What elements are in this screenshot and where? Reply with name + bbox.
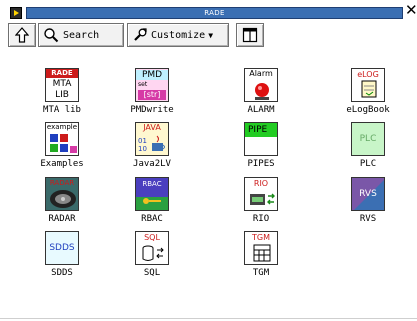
app-pmdwrite[interactable]: PMD set [str] PMDwrite	[109, 68, 195, 122]
window-bottom-border	[0, 318, 417, 319]
app-rvs[interactable]: RVS RVS	[325, 177, 411, 231]
app-label: PMDwrite	[130, 105, 174, 115]
app-label: PLC	[359, 159, 377, 169]
calendar-icon	[253, 244, 271, 262]
pipes-icon: PIPE	[244, 122, 278, 156]
blocks-icon	[50, 134, 77, 153]
close-icon[interactable]: ✕	[405, 3, 417, 18]
search-button[interactable]: Search	[38, 23, 124, 47]
rbac-icon: RBAC	[135, 177, 169, 211]
app-label: SDDS	[51, 268, 73, 278]
app-radar[interactable]: RADAR RADAR	[19, 177, 105, 231]
app-label: ALARM	[247, 105, 275, 115]
tgm-icon: TGM	[244, 231, 278, 265]
examples-icon: example	[45, 122, 79, 156]
coffee-cup-icon	[152, 135, 165, 151]
app-label: MTA lib	[43, 105, 81, 115]
mta-lib-icon: RADE MTA LIB	[45, 68, 79, 102]
wrench-icon	[134, 28, 147, 41]
chevron-down-icon: ▼	[208, 30, 214, 40]
app-sdds[interactable]: SDDS SDDS	[19, 231, 105, 285]
window-title: RADE	[204, 9, 225, 17]
rade-window: RADE ✕ Search Customize ▼ RADE MTA LIB M…	[0, 0, 417, 321]
app-sql[interactable]: SQL SQL	[109, 231, 195, 285]
up-arrow-icon	[15, 27, 29, 43]
app-label: Java2LV	[133, 159, 171, 169]
database-icon	[142, 245, 164, 261]
app-alarm[interactable]: Alarm ALARM	[218, 68, 304, 122]
app-label: RADAR	[48, 214, 76, 224]
io-module-icon	[250, 193, 275, 205]
app-label: RBAC	[141, 214, 163, 224]
search-icon	[44, 28, 59, 43]
app-java2lv[interactable]: JAVA 01 10 Java2LV	[109, 122, 195, 176]
radar-dish-icon	[50, 190, 76, 208]
elogbook-icon: eLOG	[351, 68, 385, 102]
app-label: RIO	[252, 214, 270, 224]
notebook-icon	[361, 80, 377, 98]
rio-icon: RIO	[244, 177, 278, 211]
app-label: PIPES	[247, 159, 275, 169]
app-label: TGM	[252, 268, 270, 278]
app-pipes[interactable]: PIPE PIPES	[218, 122, 304, 176]
title-bar[interactable]: RADE ✕	[0, 0, 417, 23]
sdds-icon: SDDS	[45, 231, 79, 265]
java2lv-icon: JAVA 01 10	[135, 122, 169, 156]
app-mta-lib[interactable]: RADE MTA LIB MTA lib	[19, 68, 105, 122]
app-plc[interactable]: PLC PLC	[325, 122, 411, 176]
alarm-icon: Alarm	[244, 68, 278, 102]
sql-icon: SQL	[135, 231, 169, 265]
app-label: SQL	[143, 268, 161, 278]
app-examples[interactable]: example Examples	[19, 122, 105, 176]
customize-label: Customize	[151, 29, 206, 41]
rvs-icon: RVS	[351, 177, 385, 211]
app-tgm[interactable]: TGM TGM	[218, 231, 304, 285]
app-label: Examples	[40, 159, 84, 169]
panel-view-button[interactable]	[236, 23, 264, 47]
pmdwrite-icon: PMD set [str]	[135, 68, 169, 102]
alarm-bell-icon	[255, 83, 269, 100]
app-label: eLogBook	[346, 105, 390, 115]
app-elogbook[interactable]: eLOG eLogBook	[325, 68, 411, 122]
window-panel-icon	[242, 27, 258, 43]
app-rio[interactable]: RIO RIO	[218, 177, 304, 231]
plc-icon: PLC	[351, 122, 385, 156]
app-rbac[interactable]: RBAC RBAC	[109, 177, 195, 231]
app-label: RVS	[359, 214, 377, 224]
key-icon	[136, 197, 168, 210]
up-button[interactable]	[8, 23, 36, 47]
customize-dropdown[interactable]: Customize ▼	[127, 23, 229, 47]
title-strip[interactable]: RADE	[26, 7, 403, 19]
search-label: Search	[63, 29, 100, 41]
radar-icon: RADAR	[45, 177, 79, 211]
window-menu-icon[interactable]	[10, 7, 22, 19]
